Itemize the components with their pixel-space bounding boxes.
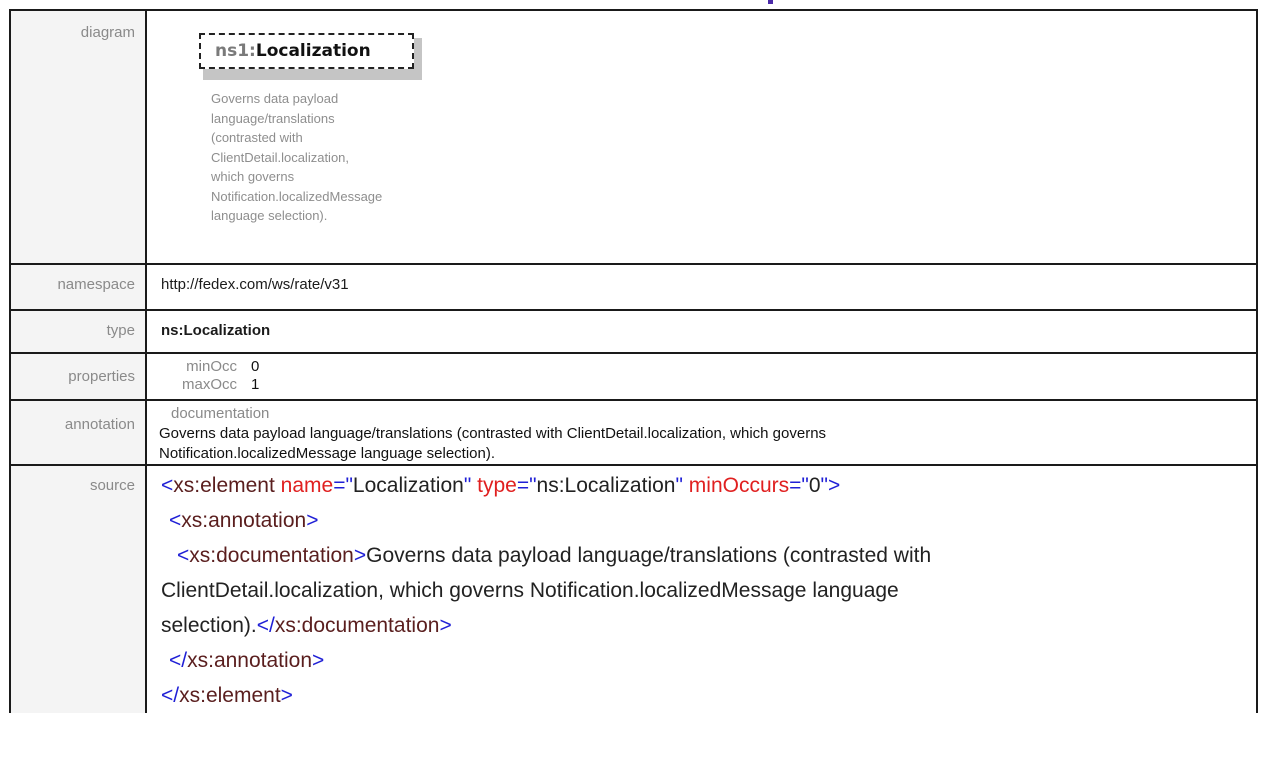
source-line: </xs:annotation>	[161, 643, 1256, 678]
diagram-doc-line: which governs	[211, 169, 295, 184]
element-box[interactable]: ns1: Localization	[199, 33, 414, 69]
source-token: xs:documentation	[189, 544, 354, 567]
source-token: ="	[789, 474, 809, 497]
source-token: xs:annotation	[187, 649, 313, 672]
label-type: type	[106, 322, 135, 339]
element-documentation: diagram ns1: Localization Governs data pa…	[0, 0, 1266, 761]
source-line: selection).</xs:documentation>	[161, 608, 1256, 643]
annotation-text-line: Governs data payload language/translatio…	[159, 425, 827, 442]
property-value: 0	[251, 358, 260, 375]
annotation-heading: documentation	[171, 405, 270, 422]
source-token: >	[280, 684, 293, 707]
diagram-doc-line: Governs data payload	[211, 91, 339, 106]
properties-table: diagram ns1: Localization Governs data pa…	[9, 9, 1258, 713]
label-properties: properties	[68, 368, 135, 385]
label-namespace: namespace	[57, 276, 135, 293]
row-diagram: diagram ns1: Localization Governs data pa…	[9, 9, 1258, 265]
source-token: Localization	[352, 474, 464, 497]
source-token: <	[169, 509, 182, 532]
source-token: Governs data payload language/translatio…	[366, 544, 932, 567]
source-token: name	[280, 474, 334, 497]
diagram-doc-line: Notification.localizedMessage	[211, 188, 383, 204]
row-properties: properties minOcc 0 maxOcc 1	[9, 352, 1258, 401]
source-token: type	[477, 474, 517, 497]
source-token: <	[177, 544, 190, 567]
source-token: xs:documentation	[274, 614, 440, 637]
source-token: </	[161, 684, 180, 707]
source-token: <	[161, 474, 174, 497]
source-token: "	[463, 474, 472, 497]
diagram-doc-line: ClientDetail.localization,	[211, 149, 350, 165]
label-annotation: annotation	[64, 416, 135, 433]
element-diagram: ns1: Localization Governs data payload la…	[161, 11, 1256, 263]
element-name: Localization	[255, 41, 371, 61]
row-namespace: namespace http://fedex.com/ws/rate/v31	[9, 263, 1258, 311]
source-token: >	[353, 544, 367, 567]
property-name: minOcc	[186, 358, 237, 375]
namespace-value: http://fedex.com/ws/rate/v31	[161, 276, 349, 293]
source-line: <xs:documentation>Governs data payload l…	[161, 538, 1256, 573]
label-source: source	[89, 477, 135, 494]
diagram-doc-line: language/translations	[211, 110, 335, 126]
source-token: "	[675, 474, 683, 497]
source-token: >	[439, 614, 452, 637]
source-line: </xs:element>	[161, 678, 1256, 713]
source-token: xs:annotation	[181, 509, 307, 532]
source-token: ns:Localization	[536, 474, 676, 497]
source-line: <xs:annotation>	[161, 503, 1256, 538]
annotation-text: Governs data payload language/translatio…	[159, 422, 1256, 464]
type-value: ns:Localization	[161, 322, 271, 339]
source-token: selection).	[161, 614, 257, 637]
source-token: </	[256, 614, 275, 637]
diagram-documentation: Governs data payload language/translatio…	[211, 89, 481, 226]
source-token: </	[169, 649, 188, 672]
row-type: type ns:Localization	[9, 309, 1258, 354]
source-token: xs:element	[173, 474, 275, 497]
source-token: 0	[808, 474, 821, 497]
row-annotation: annotation documentation Governs data pa…	[9, 399, 1258, 466]
diagram-doc-line: language selection).	[211, 208, 328, 223]
row-source: source <xs:element name="Localization" t…	[9, 464, 1258, 713]
source-token: ClientDetail.localization, which governs…	[161, 579, 899, 602]
diagram-doc-line: (contrasted with	[211, 130, 303, 145]
element-prefix: ns1:	[215, 41, 256, 61]
source-token: >	[312, 649, 325, 672]
source-token: >	[306, 509, 319, 532]
source-line: <xs:element name="Localization" type="ns…	[161, 468, 1256, 503]
property-name: maxOcc	[181, 376, 237, 393]
source-token: xs:element	[179, 684, 281, 707]
source-token: ="	[516, 474, 537, 497]
source-token: ">	[820, 474, 841, 497]
properties-grid: minOcc 0 maxOcc 1	[161, 354, 1256, 393]
property-value: 1	[251, 376, 260, 393]
source-code[interactable]: <xs:element name="Localization" type="ns…	[161, 466, 1256, 713]
source-line: ClientDetail.localization, which governs…	[161, 573, 1256, 608]
label-diagram: diagram	[80, 24, 135, 41]
source-token: ="	[333, 474, 353, 497]
source-token: minOccurs	[688, 474, 790, 497]
annotation-text-line: Notification.localizedMessage language s…	[159, 445, 496, 462]
